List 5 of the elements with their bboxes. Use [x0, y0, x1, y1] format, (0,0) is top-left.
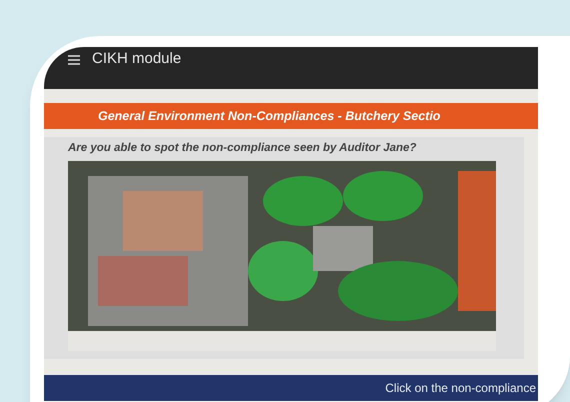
instruction-text: Click on the non-compliance — [385, 380, 536, 397]
menu-icon[interactable] — [68, 55, 80, 65]
question-text: Are you able to spot the non-compliance seen by Auditor Jane? — [68, 141, 418, 156]
module-title: CIKH module — [92, 49, 182, 69]
section-title: General Environment Non-Compliances - Butchery Sectio — [98, 108, 440, 125]
